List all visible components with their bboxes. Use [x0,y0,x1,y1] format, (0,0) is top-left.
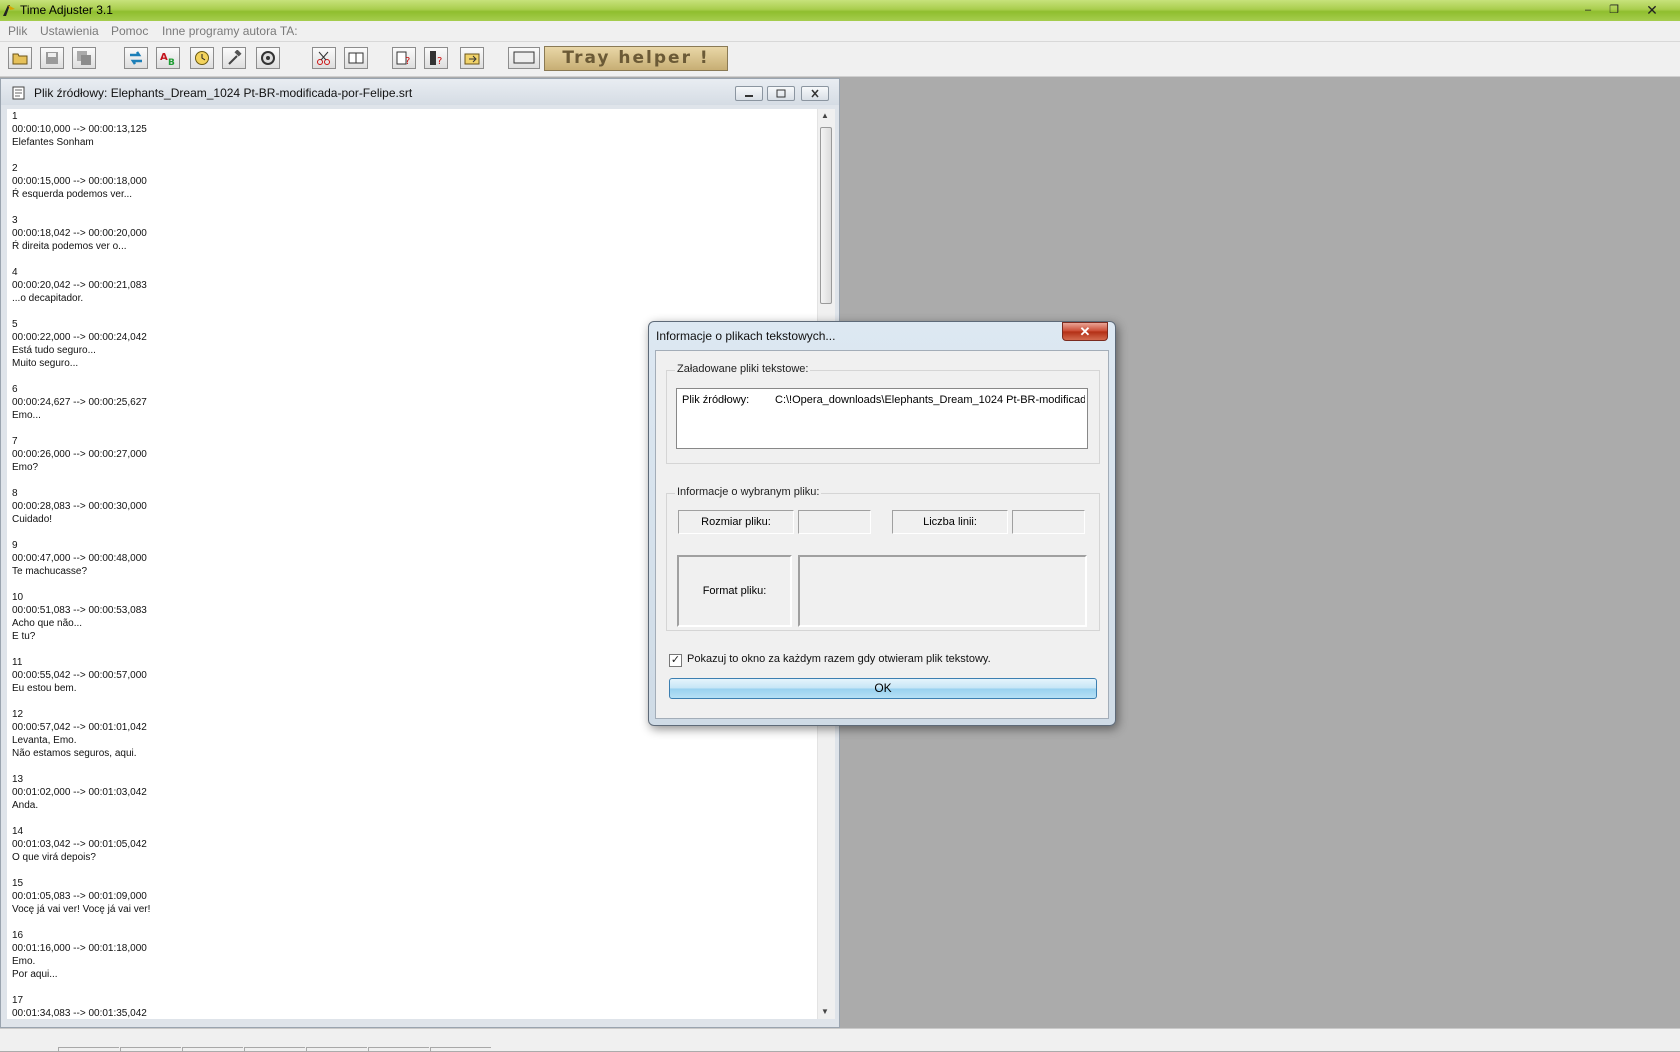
menu-bar: Plik Ustawienia Pomoc Inne programy auto… [0,21,1680,42]
close-icon [811,89,819,98]
restore-icon [776,89,786,98]
restore-app-button[interactable]: ❐ [1602,2,1626,18]
subtitle-entry: 13 00:01:02,000 --> 00:01:03,042 Anda. [12,774,147,811]
swap-arrows-icon [130,51,142,65]
subtitle-entry: 17 00:01:34,083 --> 00:01:35,042 [12,995,147,1019]
loaded-files-list[interactable]: Plik źródłowy: C:\!Opera_downloads\Eleph… [676,388,1088,449]
minimize-app-button[interactable]: – [1576,2,1600,18]
monitor-button[interactable] [508,47,540,69]
loaded-files-label: Załadowane pliki tekstowe: [675,363,811,375]
subtitle-entry: 1 00:00:10,000 --> 00:00:13,125 Elefante… [12,111,147,148]
file-format-label: Format pliku: [677,555,792,627]
export-icon [464,53,480,65]
film-strip-icon: ? [430,51,442,66]
source-maximize-button[interactable] [767,86,795,101]
save-disk-icon [46,52,58,64]
subtitle-entry: 14 00:01:03,042 --> 00:01:05,042 O que v… [12,826,147,863]
file-row-label[interactable]: Plik źródłowy: [682,394,749,406]
file-row-path[interactable]: C:\!Opera_downloads\Elephants_Dream_1024… [775,394,1085,406]
selected-file-info-label: Informacje o wybranym pliku: [675,486,822,498]
close-app-button[interactable]: ✕ [1640,2,1664,18]
subtitle-entry: 16 00:01:16,000 --> 00:01:18,000 Emo. Po… [12,930,147,980]
subtitle-entry: 4 00:00:20,042 --> 00:00:21,083 ...o dec… [12,267,147,304]
checkmark-icon: ✓ [670,654,681,666]
file-size-label: Rozmiar pliku: [678,510,794,534]
svg-text:A: A [160,52,168,63]
save-button[interactable] [40,47,64,69]
ok-button[interactable]: OK [669,678,1097,699]
merge-files-button[interactable] [344,47,368,69]
line-count-label: Liczba linii: [892,510,1008,534]
scroll-up-arrow-icon[interactable]: ▲ [821,111,829,120]
svg-text:?: ? [437,56,442,66]
menu-plik[interactable]: Plik [8,24,27,38]
scroll-down-arrow-icon[interactable]: ▼ [821,1007,829,1016]
film-reel-button[interactable] [256,47,280,69]
close-icon: ✕ [1079,324,1091,339]
monitor-icon [513,51,535,64]
time-settings-button[interactable] [190,47,214,69]
app-title: Time Adjuster 3.1 [20,3,113,17]
scrollbar-thumb[interactable] [820,127,832,304]
subtitle-entry: 15 00:01:05,083 --> 00:01:09,000 Vocę já… [12,878,151,915]
show-on-open-label[interactable]: Pokazuj to okno za każdym razem gdy otwi… [687,653,991,665]
save-all-button[interactable] [72,47,96,69]
file-info-icon: ? [396,51,410,66]
status-bar [0,1028,1680,1052]
convert-ab-button[interactable]: AB [156,47,180,69]
app-logo-icon [3,5,15,16]
film-reel-icon [261,51,275,65]
menu-ustawienia[interactable]: Ustawienia [40,24,99,38]
ab-convert-icon: AB [160,52,175,66]
source-close-button[interactable] [801,86,829,101]
dialog-close-button[interactable]: ✕ [1062,322,1108,341]
video-info-button[interactable]: ? [424,47,448,69]
menu-inne-programy[interactable]: Inne programy autora TA: [162,24,298,38]
tools-button[interactable] [222,47,246,69]
subtitle-entry: 2 00:00:15,000 --> 00:00:18,000 Ŕ esquer… [12,163,147,200]
subtitle-entry: 3 00:00:18,042 --> 00:00:20,000 Ŕ direit… [12,215,147,252]
svg-text:?: ? [405,56,410,66]
source-window-titlebar: Plik źródłowy: Elephants_Dream_1024 Pt-B… [1,79,839,105]
export-button[interactable] [460,47,484,69]
tray-helper-button[interactable]: Tray helper ! [544,46,728,71]
app-titlebar: Time Adjuster 3.1 – ❐ ✕ [0,0,1680,21]
open-folder-icon [12,53,28,65]
file-info-button[interactable]: ? [392,47,416,69]
text-file-icon [12,86,25,100]
source-minimize-button[interactable] [735,86,763,101]
scissors-icon [317,51,330,65]
minimize-icon [745,95,753,97]
show-on-open-checkbox[interactable]: ✓ [669,654,682,667]
file-size-value [798,510,871,534]
toolbar: AB ? ? Tray helper ! [0,42,1680,77]
save-all-icon [77,51,91,65]
dialog-body: Załadowane pliki tekstowe: Plik źródłowy… [655,350,1109,719]
file-info-dialog: Informacje o plikach tekstowych... ✕ Zał… [648,321,1116,726]
documents-icon [348,52,364,64]
dialog-title: Informacje o plikach tekstowych... [656,329,836,343]
line-count-value [1012,510,1085,534]
svg-text:B: B [168,58,175,66]
sync-button[interactable] [124,47,148,69]
menu-pomoc[interactable]: Pomoc [111,24,148,38]
clock-icon [195,51,209,65]
cut-button[interactable] [312,47,336,69]
source-window-title: Plik źródłowy: Elephants_Dream_1024 Pt-B… [34,86,413,100]
file-format-value [798,555,1087,627]
open-file-button[interactable] [8,47,32,69]
hammer-icon [228,50,242,65]
